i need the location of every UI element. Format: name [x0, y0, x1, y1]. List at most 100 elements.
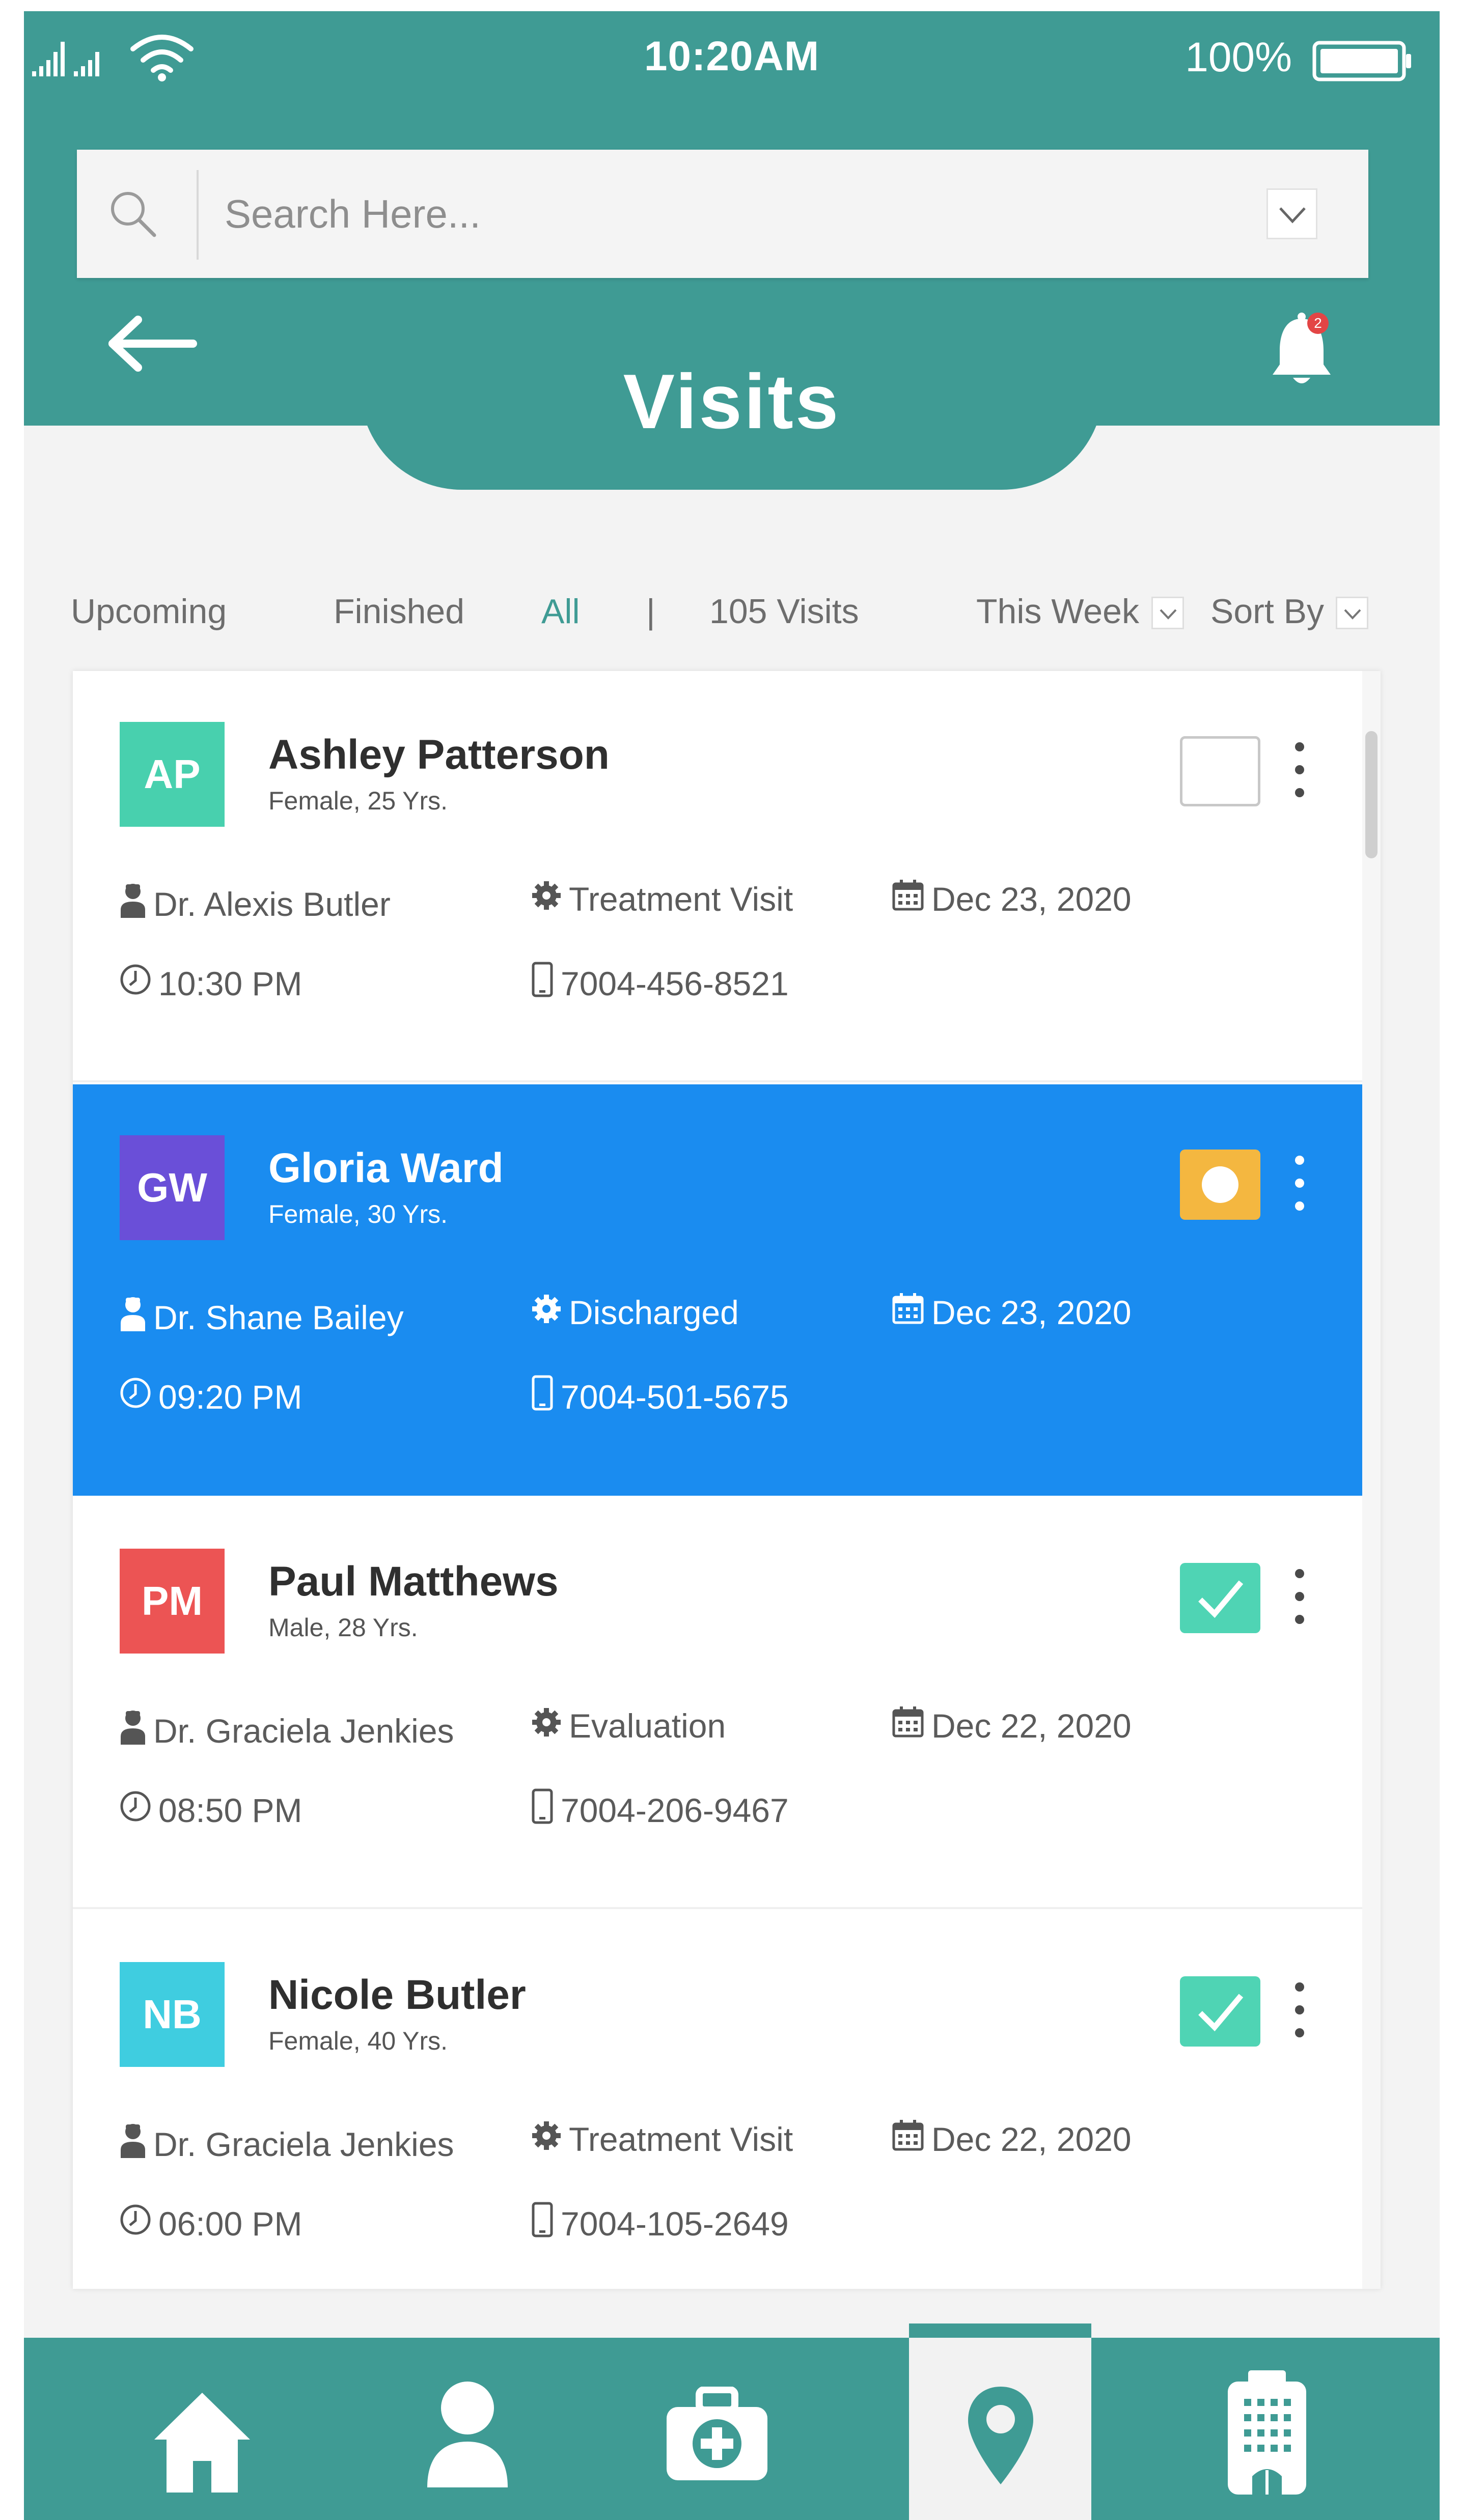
visit-card[interactable]: NB Nicole Butler Female, 40 Yrs. Dr. Gracie… — [73, 1911, 1362, 2289]
tab-all[interactable]: All — [541, 592, 580, 631]
visit-time: 09:20 PM — [158, 1378, 302, 1416]
calendar-icon — [892, 1292, 924, 1332]
period-dropdown[interactable] — [1151, 597, 1184, 629]
scrollbar-thumb[interactable] — [1365, 731, 1378, 858]
visit-type: Treatment Visit — [569, 2120, 793, 2158]
search-bar[interactable] — [77, 150, 1368, 278]
phone-field: 7004-105-2649 — [531, 2202, 789, 2248]
visit-time-field: 06:00 PM — [120, 2204, 302, 2246]
patient-name[interactable]: Gloria Ward — [268, 1144, 504, 1192]
visit-card[interactable]: AP Ashley Patterson Female, 25 Yrs. Dr. Ale… — [73, 671, 1362, 1082]
doctor-icon — [120, 2122, 146, 2166]
nav-home[interactable] — [105, 2338, 288, 2520]
doctor-name: Dr. Graciela Jenkies — [153, 1712, 454, 1750]
phone-field: 7004-501-5675 — [531, 1375, 789, 1421]
battery-percentage: 100% — [1185, 34, 1292, 80]
visit-type-field: Treatment Visit — [531, 880, 793, 921]
visit-date: Dec 23, 2020 — [931, 880, 1132, 918]
visit-time: 08:50 PM — [158, 1791, 302, 1829]
phone-number[interactable]: 7004-206-9467 — [561, 1791, 789, 1829]
patient-info: Female, 30 Yrs. — [268, 1200, 448, 1228]
period-filter-label[interactable]: This Week — [976, 592, 1139, 631]
gear-icon — [531, 1706, 562, 1745]
visit-time-field: 09:20 PM — [120, 1378, 302, 1419]
nav-hospital[interactable] — [1168, 2338, 1350, 2520]
clock-icon — [120, 1377, 151, 1416]
visit-date-field: Dec 22, 2020 — [892, 2120, 1132, 2162]
gear-icon — [531, 880, 562, 918]
nav-medical[interactable] — [623, 2338, 805, 2520]
visit-time: 06:00 PM — [158, 2205, 302, 2243]
visit-filter-bar: Upcoming Finished All | 105 Visits This … — [24, 586, 1440, 642]
patient-avatar: AP — [120, 722, 225, 827]
gear-icon — [531, 2120, 562, 2159]
nav-active-indicator — [909, 2323, 1091, 2338]
select-checkbox[interactable] — [1180, 1150, 1260, 1220]
filter-separator: | — [646, 592, 655, 631]
calendar-icon — [892, 1705, 924, 1746]
checkmark-icon — [1198, 1580, 1244, 1618]
scrollbar[interactable] — [1362, 671, 1381, 2289]
visit-date-field: Dec 23, 2020 — [892, 1293, 1132, 1335]
more-options-icon[interactable] — [1292, 1156, 1307, 1217]
visit-list[interactable]: AP Ashley Patterson Female, 25 Yrs. Dr. Ale… — [73, 671, 1381, 2289]
gear-icon — [531, 1293, 562, 1332]
doctor-icon — [120, 882, 146, 926]
visit-type: Evaluation — [569, 1707, 726, 1745]
chevron-down-icon — [1160, 609, 1177, 620]
visit-card[interactable]: GW Gloria Ward Female, 30 Yrs. Dr. Shane Ba… — [73, 1084, 1362, 1496]
patient-name[interactable]: Ashley Patterson — [268, 731, 610, 779]
visit-type-field: Treatment Visit — [531, 2120, 793, 2162]
patient-name[interactable]: Paul Matthews — [268, 1558, 559, 1606]
more-options-icon[interactable] — [1292, 1569, 1307, 1630]
phone-icon — [531, 1375, 554, 1418]
more-options-icon[interactable] — [1292, 742, 1307, 803]
patient-avatar: GW — [120, 1135, 225, 1240]
patient-avatar: NB — [120, 1962, 225, 2067]
tab-finished[interactable]: Finished — [334, 592, 464, 631]
page-title: Visits — [623, 358, 841, 445]
search-filter-dropdown[interactable] — [1266, 188, 1317, 239]
nav-profile[interactable] — [364, 2338, 546, 2520]
checkmark-icon — [1198, 1994, 1244, 2032]
visit-type: Discharged — [569, 1294, 739, 1331]
search-input[interactable] — [224, 180, 1193, 247]
doctor-field: Dr. Graciela Jenkies — [120, 2122, 454, 2169]
visit-card[interactable]: PM Paul Matthews Male, 28 Yrs. Dr. Graciela… — [73, 1498, 1362, 1909]
select-checkbox[interactable] — [1180, 1563, 1260, 1633]
phone-number[interactable]: 7004-105-2649 — [561, 2205, 789, 2243]
phone-number[interactable]: 7004-501-5675 — [561, 1378, 789, 1416]
doctor-field: Dr. Alexis Butler — [120, 882, 391, 929]
clock-icon — [120, 2204, 151, 2243]
hospital-building-icon — [1228, 2370, 1306, 2495]
clock-icon — [120, 964, 151, 1003]
doctor-icon — [120, 1709, 146, 1752]
phone-field: 7004-456-8521 — [531, 962, 789, 1008]
clock-icon — [120, 1790, 151, 1830]
visit-date-field: Dec 23, 2020 — [892, 880, 1132, 922]
status-bar: 10:20AM 100% — [24, 11, 1440, 108]
phone-screen: 10:20AM 100% Visits — [24, 11, 1440, 2520]
patient-info: Female, 40 Yrs. — [268, 2027, 448, 2055]
more-options-icon[interactable] — [1292, 1982, 1307, 2043]
patient-name[interactable]: Nicole Butler — [268, 1971, 526, 2019]
user-icon — [427, 2382, 508, 2487]
sort-by-label[interactable]: Sort By — [1210, 592, 1324, 631]
phone-number[interactable]: 7004-456-8521 — [561, 965, 789, 1002]
visit-type-field: Evaluation — [531, 1706, 726, 1748]
visit-time: 10:30 PM — [158, 965, 302, 1002]
sort-dropdown[interactable] — [1336, 597, 1368, 629]
tab-upcoming[interactable]: Upcoming — [71, 592, 227, 631]
doctor-field: Dr. Graciela Jenkies — [120, 1709, 454, 1755]
calendar-icon — [892, 2119, 924, 2159]
search-divider — [197, 170, 199, 260]
nav-location[interactable] — [909, 2338, 1091, 2520]
visit-time-field: 08:50 PM — [120, 1791, 302, 1833]
search-icon — [111, 192, 156, 237]
select-checkbox[interactable] — [1180, 1976, 1260, 2047]
notification-button[interactable]: 2 — [1269, 312, 1335, 388]
visit-date: Dec 23, 2020 — [931, 1294, 1132, 1331]
patient-info: Male, 28 Yrs. — [268, 1613, 418, 1642]
select-checkbox[interactable] — [1180, 736, 1260, 806]
phone-icon — [531, 1788, 554, 1832]
